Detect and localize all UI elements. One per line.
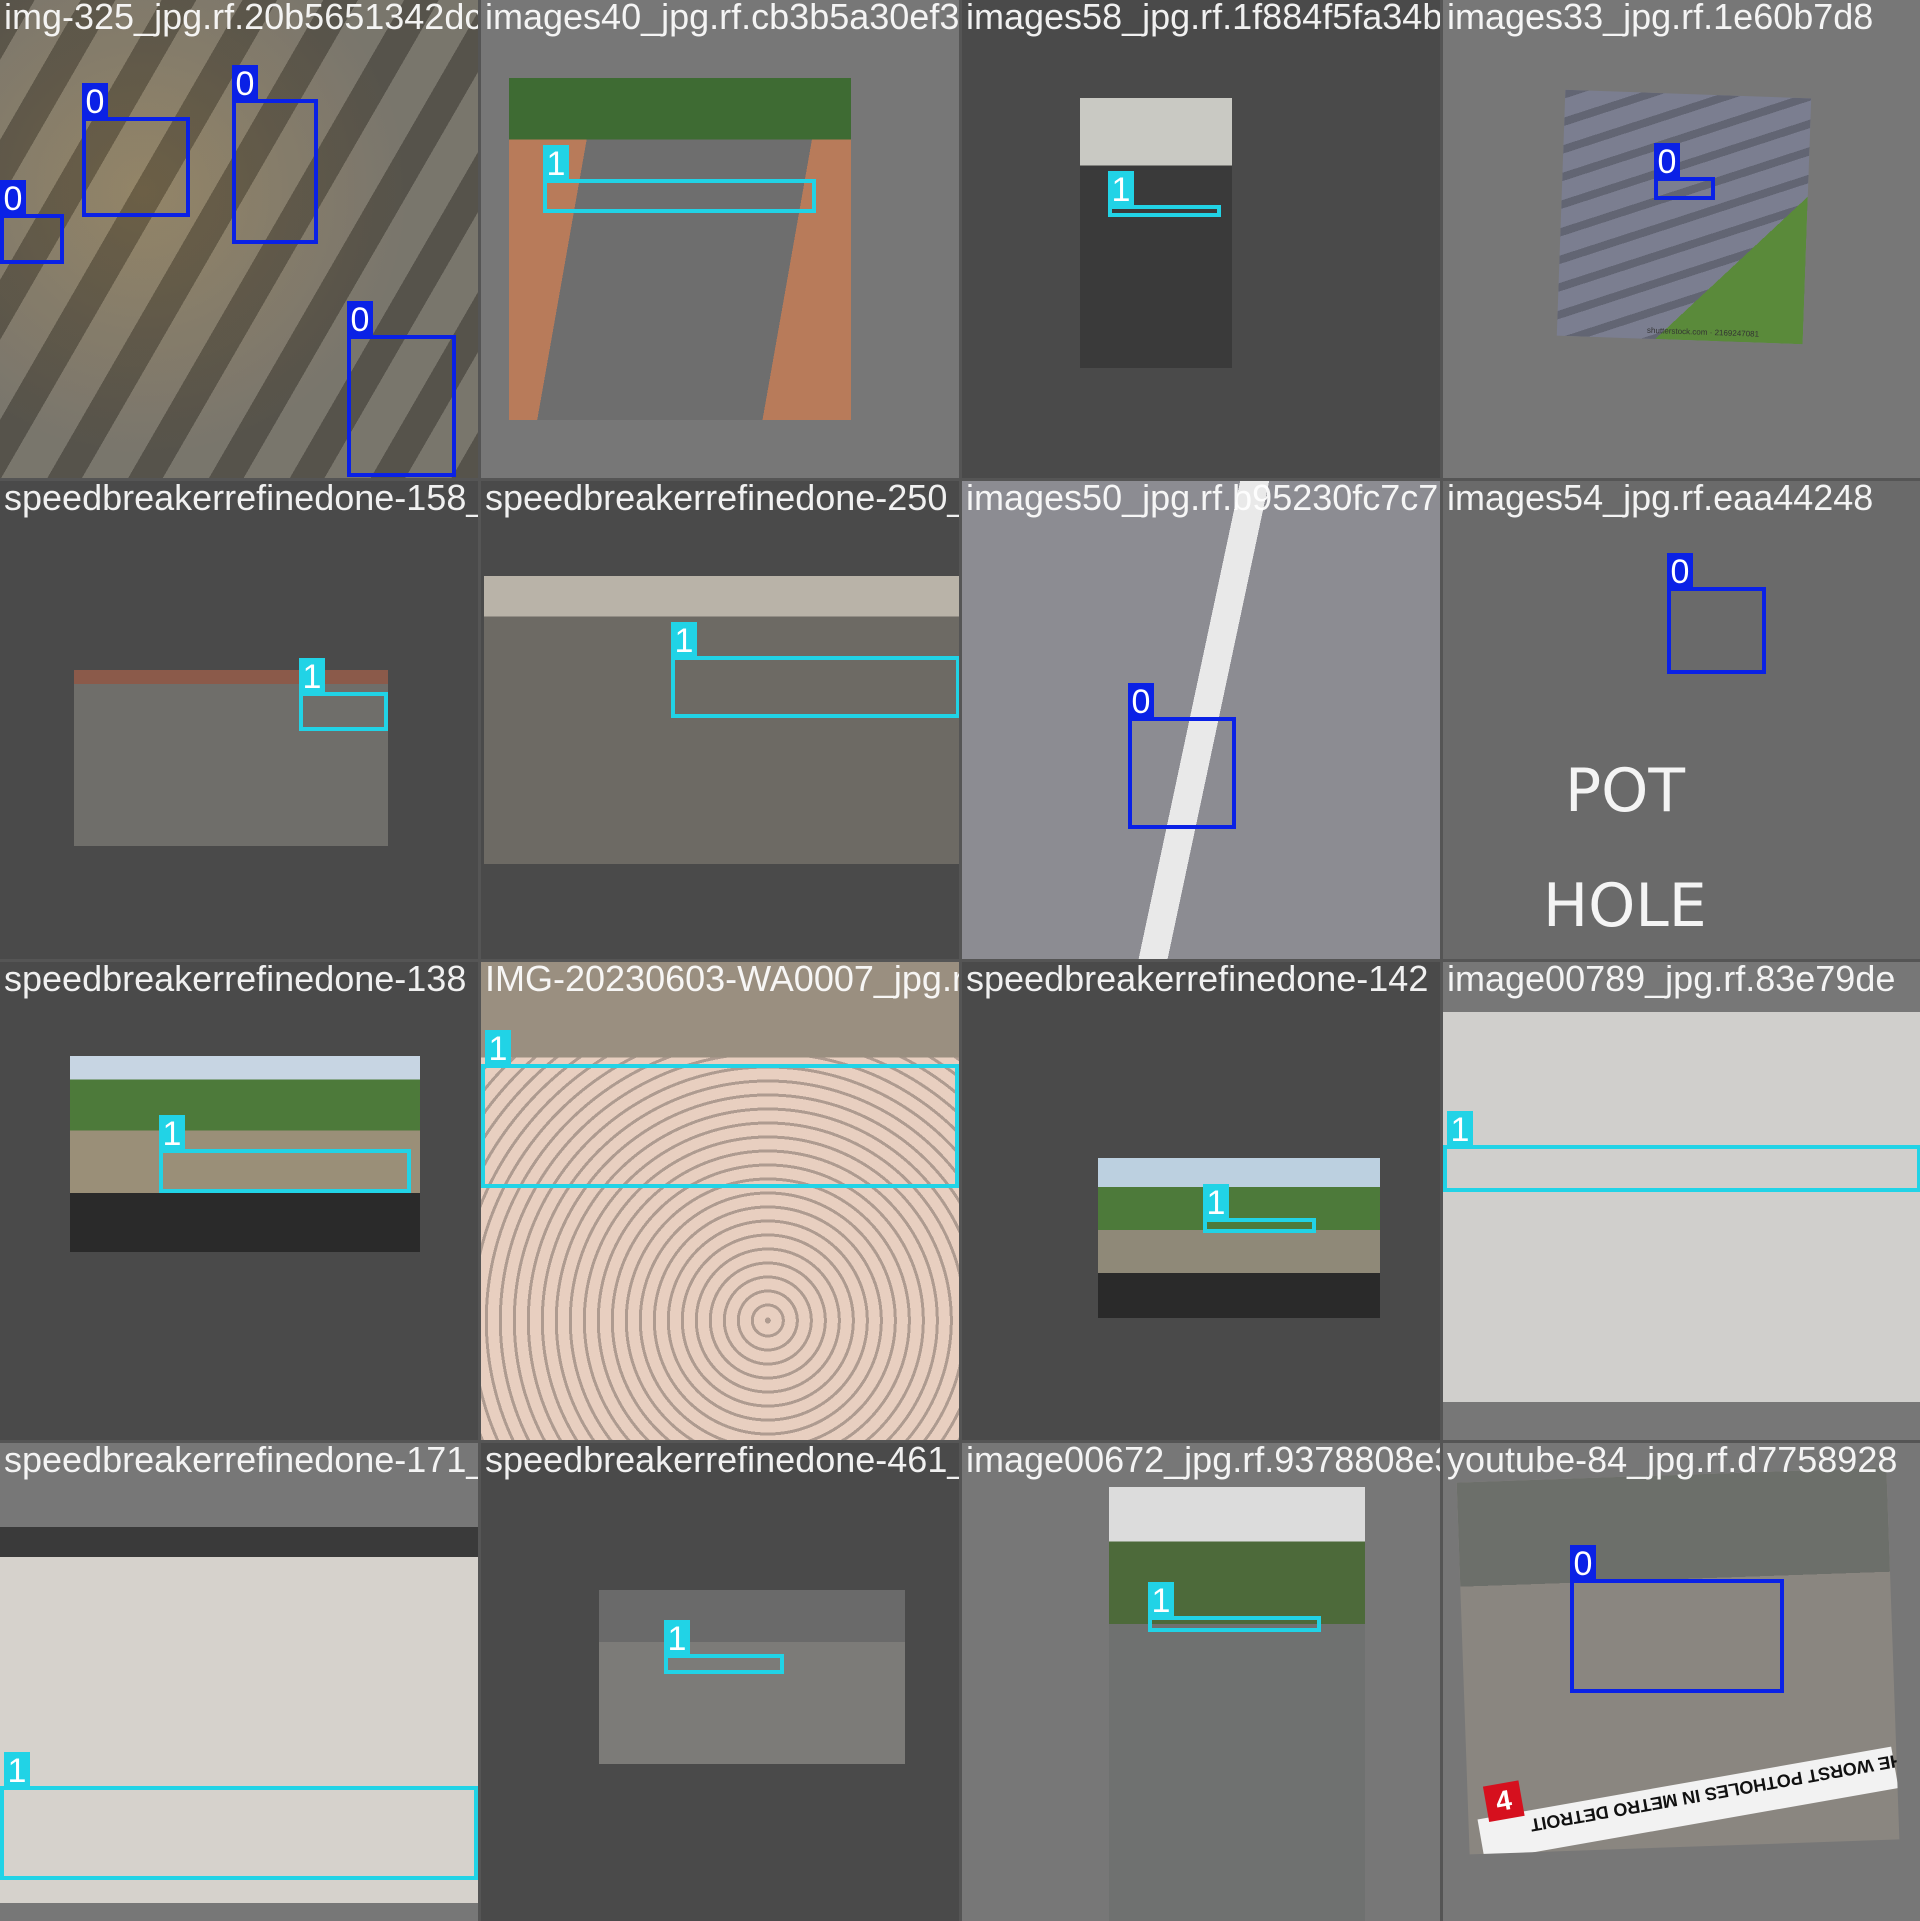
tile: speedbreakerrefinedone-250_jpg.rf.b95230…: [481, 481, 959, 959]
detection-box: 1: [481, 1030, 959, 1188]
tile: POT HOLE images54_jpg.rf.eaa44248 0: [1443, 481, 1920, 959]
class-label: 0: [1667, 553, 1693, 591]
detection-box: 0: [347, 301, 456, 477]
tile: speedbreakerrefinedone-171_jpg.rf.5df 1: [0, 1443, 478, 1921]
tile: speedbreakerrefinedone-142 1: [962, 962, 1440, 1440]
tile: speedbreakerrefinedone-138 1: [0, 962, 478, 1440]
channel-number: 4: [1493, 1784, 1515, 1818]
tile: img-325_jpg.rf.20b5651342dcd52d54099a4d …: [0, 0, 478, 478]
tile: image00672_jpg.rf.9378808e317b8f26 1: [962, 1443, 1440, 1921]
detection-box: 0: [1654, 143, 1715, 200]
class-label: 1: [664, 1620, 690, 1658]
detection-box: 1: [1203, 1184, 1316, 1233]
tile-filename: speedbreakerrefinedone-142: [966, 962, 1429, 999]
tile-filename: speedbreakerrefinedone-461_jpg.rf.626: [485, 1443, 959, 1480]
detection-box: 0: [1570, 1545, 1784, 1693]
tile-filename: speedbreakerrefinedone-138: [4, 962, 467, 999]
class-label: 1: [485, 1030, 511, 1068]
tile-filename: images50_jpg.rf.b95230fc7c79d9b8251: [966, 481, 1440, 518]
tile-filename: images40_jpg.rf.cb3b5a30ef3f3c68: [485, 0, 959, 37]
tile-filename: img-325_jpg.rf.20b5651342dcd52d54099a4d: [4, 0, 478, 37]
class-label: 1: [1447, 1111, 1473, 1149]
tile-photo: [1098, 1158, 1380, 1318]
tile-filename: images54_jpg.rf.eaa44248: [1447, 481, 1874, 518]
tile-filename: images33_jpg.rf.1e60b7d8: [1447, 0, 1874, 37]
tile-photo: [509, 78, 851, 420]
detection-box: 1: [0, 1752, 478, 1880]
tile: shutterstock.com · 2169247081 images33_j…: [1443, 0, 1920, 478]
tile-photo: [484, 576, 959, 864]
detection-box: 1: [1148, 1582, 1321, 1632]
class-label: 1: [159, 1115, 185, 1153]
tile-photo: [1443, 1012, 1920, 1402]
class-label: 1: [1148, 1582, 1174, 1620]
detection-box: 1: [1108, 171, 1221, 217]
class-label: 0: [1570, 1545, 1596, 1583]
class-label: 0: [347, 301, 373, 339]
tile: images58_jpg.rf.1f884f5fa34b73a3e43f3f7d…: [962, 0, 1440, 478]
detection-box: 1: [159, 1115, 411, 1193]
class-label: 0: [1654, 143, 1680, 181]
class-label: 0: [0, 180, 26, 218]
tile: 4 THE WORST POTHOLES IN METRO DETROIT yo…: [1443, 1443, 1920, 1921]
detection-box: 0: [82, 83, 190, 217]
class-label: 1: [1108, 171, 1134, 209]
tile: images40_jpg.rf.cb3b5a30ef3f3c68 1: [481, 0, 959, 478]
tile-photo: [1109, 1487, 1365, 1921]
tile-filename: speedbreakerrefinedone-158_jpg.rf.1ff9: [4, 481, 478, 518]
tile: speedbreakerrefinedone-158_jpg.rf.1ff9 1: [0, 481, 478, 959]
tile: IMG-20230603-WA0007_jpg.rf.9f3 1: [481, 962, 959, 1440]
detection-box: 1: [1443, 1111, 1920, 1192]
tile-filename: images58_jpg.rf.1f884f5fa34b73a3e43f3f7d: [966, 0, 1440, 37]
detection-box: 1: [543, 145, 816, 213]
tile-photo: shutterstock.com · 2169247081: [1556, 89, 1812, 345]
detection-box: 1: [671, 622, 959, 718]
tile-photo: [481, 962, 959, 1440]
detection-box: 0: [0, 180, 64, 264]
graffiti-text: POT: [1565, 756, 1686, 826]
tile: image00789_jpg.rf.83e79de 1: [1443, 962, 1920, 1440]
tile-filename: image00672_jpg.rf.9378808e317b8f26: [966, 1443, 1440, 1480]
tile-filename: image00789_jpg.rf.83e79de: [1447, 962, 1896, 999]
class-label: 1: [4, 1752, 30, 1790]
detection-box: 1: [664, 1620, 784, 1674]
tile-filename: youtube-84_jpg.rf.d7758928: [1447, 1443, 1898, 1480]
tile-filename: IMG-20230603-WA0007_jpg.rf.9f3: [485, 962, 959, 999]
class-label: 0: [1128, 683, 1154, 721]
class-label: 0: [82, 83, 108, 121]
class-label: 1: [543, 145, 569, 183]
mosaic-grid: img-325_jpg.rf.20b5651342dcd52d54099a4d …: [0, 0, 1920, 1921]
detection-box: 0: [232, 65, 318, 244]
class-label: 1: [671, 622, 697, 660]
tile-filename: speedbreakerrefinedone-171_jpg.rf.5df: [4, 1443, 478, 1480]
tile-photo: [1080, 98, 1232, 368]
detection-box: 0: [1667, 553, 1766, 674]
tile-filename: speedbreakerrefinedone-250_jpg.rf.b95230…: [485, 481, 959, 518]
detection-box: 0: [1128, 683, 1236, 829]
class-label: 0: [232, 65, 258, 103]
tile-photo: [599, 1590, 905, 1764]
channel-logo: 4: [1482, 1780, 1525, 1823]
class-label: 1: [299, 658, 325, 696]
class-label: 1: [1203, 1184, 1229, 1222]
tile: images50_jpg.rf.b95230fc7c79d9b8251 0: [962, 481, 1440, 959]
detection-box: 1: [299, 658, 388, 731]
graffiti-text: HOLE: [1543, 871, 1707, 941]
tile: speedbreakerrefinedone-461_jpg.rf.626 1: [481, 1443, 959, 1921]
